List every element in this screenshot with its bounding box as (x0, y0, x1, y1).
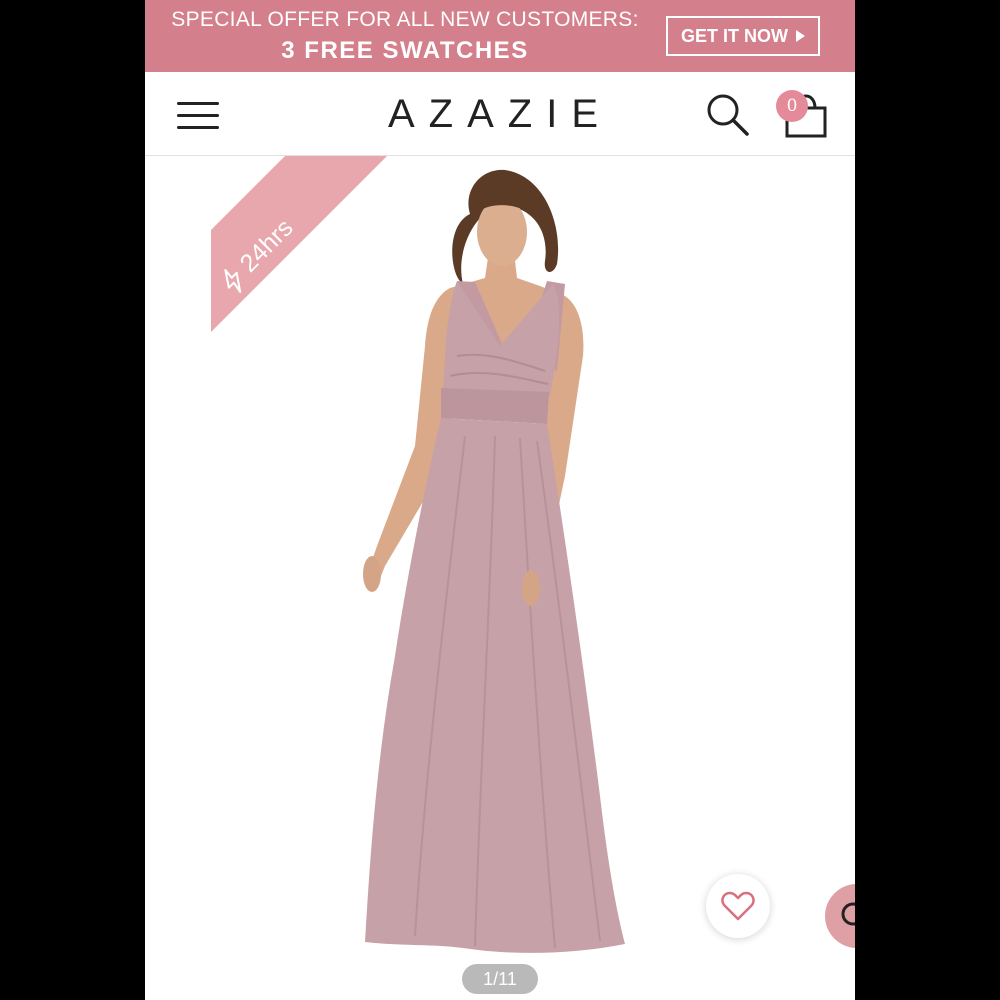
brand-logo[interactable]: AZAZIE (295, 92, 705, 137)
wishlist-button[interactable] (706, 874, 770, 938)
promo-banner[interactable]: SPECIAL OFFER FOR ALL NEW CUSTOMERS: 3 F… (145, 0, 855, 72)
site-header: AZAZIE 0 (145, 72, 855, 156)
image-page-indicator: 1/11 (462, 964, 538, 994)
get-it-now-label: GET IT NOW (681, 25, 788, 46)
play-arrow-icon (796, 30, 805, 42)
shopping-bag-icon[interactable]: 0 (773, 88, 829, 140)
search-icon[interactable] (705, 92, 751, 138)
heart-icon (721, 891, 755, 921)
hamburger-menu-icon[interactable] (177, 98, 219, 132)
phone-screen: SPECIAL OFFER FOR ALL NEW CUSTOMERS: 3 F… (145, 0, 855, 1000)
promo-offer: 3 FREE SWATCHES (281, 37, 529, 64)
promo-headline: SPECIAL OFFER FOR ALL NEW CUSTOMERS: (171, 8, 639, 31)
cart-count-badge: 0 (776, 90, 808, 122)
get-it-now-button[interactable]: GET IT NOW (666, 16, 820, 56)
product-image-carousel[interactable]: 24hrs 1/11 (145, 156, 855, 1000)
